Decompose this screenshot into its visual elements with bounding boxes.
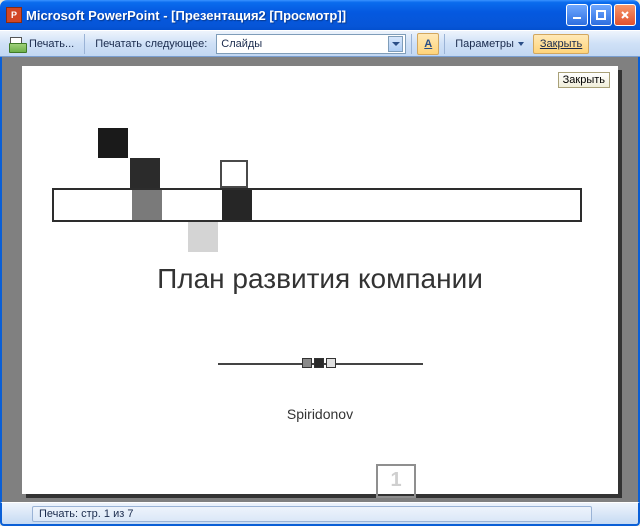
slide-number-box: 1 [376, 464, 416, 498]
separator [411, 34, 412, 54]
status-bar: Печать: стр. 1 из 7 [0, 502, 640, 526]
print-what-value: Слайды [221, 38, 262, 50]
decor-cube [302, 358, 312, 368]
decor-square [188, 222, 218, 252]
decor-square [222, 190, 252, 220]
window-buttons [566, 4, 636, 26]
decor-cube [326, 358, 336, 368]
options-button[interactable]: Параметры [450, 33, 529, 55]
chevron-down-icon [518, 42, 524, 46]
divider-line [218, 363, 423, 365]
decor-square [220, 160, 248, 188]
print-what-label-wrap: Печатать следующее: [90, 33, 212, 55]
decor-square [130, 158, 160, 188]
print-preview-toolbar: Печать... Печатать следующее: Слайды A П… [0, 30, 640, 57]
printer-icon [9, 37, 25, 51]
status-text: Печать: стр. 1 из 7 [39, 508, 133, 520]
maximize-button[interactable] [590, 4, 612, 26]
chevron-down-icon [388, 36, 403, 52]
preview-workspace: Закрыть План развития компании Spiridono… [0, 57, 640, 502]
decor-square [132, 190, 162, 220]
slide-author: Spiridonov [22, 406, 618, 422]
title-bar: P Microsoft PowerPoint - [Презентация2 [… [0, 0, 640, 30]
print-what-label: Печатать следующее: [95, 38, 207, 50]
slide-number: 1 [390, 469, 401, 492]
decor-cube [314, 358, 324, 368]
separator [444, 34, 445, 54]
window-close-button[interactable] [614, 4, 636, 26]
slide-title: План развития компании [22, 263, 618, 295]
print-button[interactable]: Печать... [4, 33, 79, 55]
close-preview-button[interactable]: Закрыть [533, 34, 589, 54]
app-icon: P [6, 7, 22, 23]
status-segment: Печать: стр. 1 из 7 [32, 506, 592, 522]
print-what-dropdown[interactable]: Слайды [216, 34, 406, 54]
separator [84, 34, 85, 54]
minimize-button[interactable] [566, 4, 588, 26]
slide-page[interactable]: Закрыть План развития компании Spiridono… [22, 66, 618, 494]
window-title: Microsoft PowerPoint - [Презентация2 [Пр… [26, 8, 566, 23]
close-preview-label: Закрыть [540, 38, 582, 50]
frame-slides-button[interactable]: A [417, 33, 439, 55]
decor-square [98, 128, 128, 158]
print-label: Печать... [29, 38, 74, 50]
frame-letter: A [424, 38, 432, 50]
options-label: Параметры [455, 38, 514, 50]
